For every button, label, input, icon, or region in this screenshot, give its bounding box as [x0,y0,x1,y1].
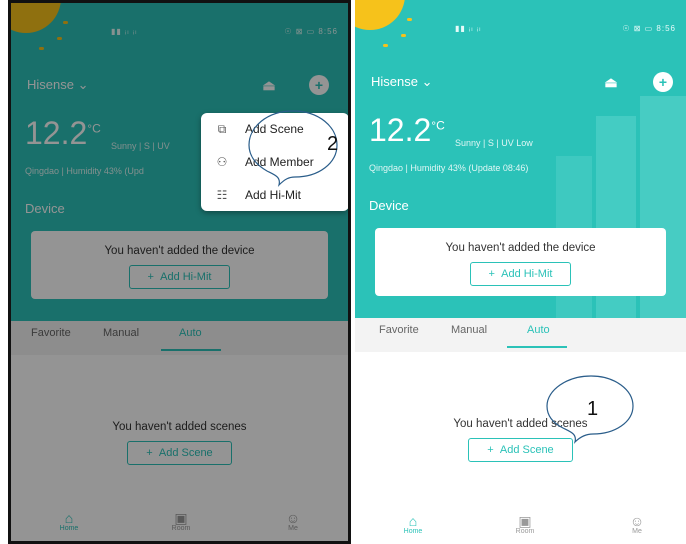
modal-overlay[interactable] [11,3,348,541]
weather-summary: Sunny | S | UV Low [455,138,533,148]
sun-ray [407,18,412,21]
sun-ray [383,44,388,47]
right-phone-screenshot: ▮▮ ᵢₗ ᵢₗ ☉ ⊠ ▭ 8:56 Hisense ⌄ ⏏ + 12.2°C… [355,0,686,544]
add-himit-label: Add Hi-Mit [501,268,553,280]
device-icon: ☷ [216,188,228,202]
app-screen: ▮▮ ᵢₗ ᵢₗ ☉ ⊠ ▭ 8:56 Hisense ⌄ ⏏ + 12.2°C… [355,0,686,544]
add-himit-button[interactable]: + Add Hi-Mit [469,262,572,286]
callout-number-2: 2 [327,133,339,155]
tab-active-indicator [507,346,567,348]
device-empty-card: You haven't added the device + Add Hi-Mi… [375,228,666,296]
plus-icon[interactable]: + [653,72,673,92]
user-icon: ☺ [629,513,645,529]
tab-favorite[interactable]: Favorite [379,324,419,336]
hero-panel: ▮▮ ᵢₗ ᵢₗ ☉ ⊠ ▭ 8:56 Hisense ⌄ ⏏ + 12.2°C… [355,0,686,318]
device-empty-message: You haven't added the device [445,242,596,254]
status-signal: ▮▮ ᵢₗ ᵢₗ [455,24,482,33]
nav-home[interactable]: ⌂ Home [383,514,443,535]
app-screen: ▮▮ ᵢₗ ᵢₗ ☉ ⊠ ▭ 8:56 Hisense ⌄ ⏏ + 12.2°C… [11,3,348,541]
add-scene-label: Add Scene [499,444,554,456]
temperature: 12.2°C [369,112,445,148]
sun-icon [355,0,405,30]
tab-auto[interactable]: Auto [527,324,550,336]
tab-manual[interactable]: Manual [451,324,487,336]
add-member-icon: ⚇ [216,155,228,169]
status-time: ☉ ⊠ ▭ 8:56 [622,24,676,33]
bottom-nav: ⌂ Home ▣ Room ☺ Me [355,510,686,544]
callout-number-1: 1 [587,398,599,420]
sun-ray [401,34,406,37]
humidity-info: Qingdao | Humidity 43% (Update 08:46) [369,163,529,173]
alarm-icon[interactable]: ⏏ [601,72,621,92]
plus-icon: + [487,444,494,456]
room-icon: ▣ [518,513,532,529]
device-section-title: Device [369,198,409,213]
home-icon: ⌂ [408,513,418,529]
plus-icon: + [488,268,495,280]
left-phone-screenshot: ▮▮ ᵢₗ ᵢₗ ☉ ⊠ ▭ 8:56 Hisense ⌄ ⏏ + 12.2°C… [8,0,351,544]
scene-icon: ⧉ [217,121,227,136]
nav-room[interactable]: ▣ Room [495,514,555,535]
scene-tabs: Favorite Manual Auto [355,318,686,352]
home-selector[interactable]: Hisense ⌄ [371,74,432,90]
nav-me[interactable]: ☺ Me [607,514,667,535]
